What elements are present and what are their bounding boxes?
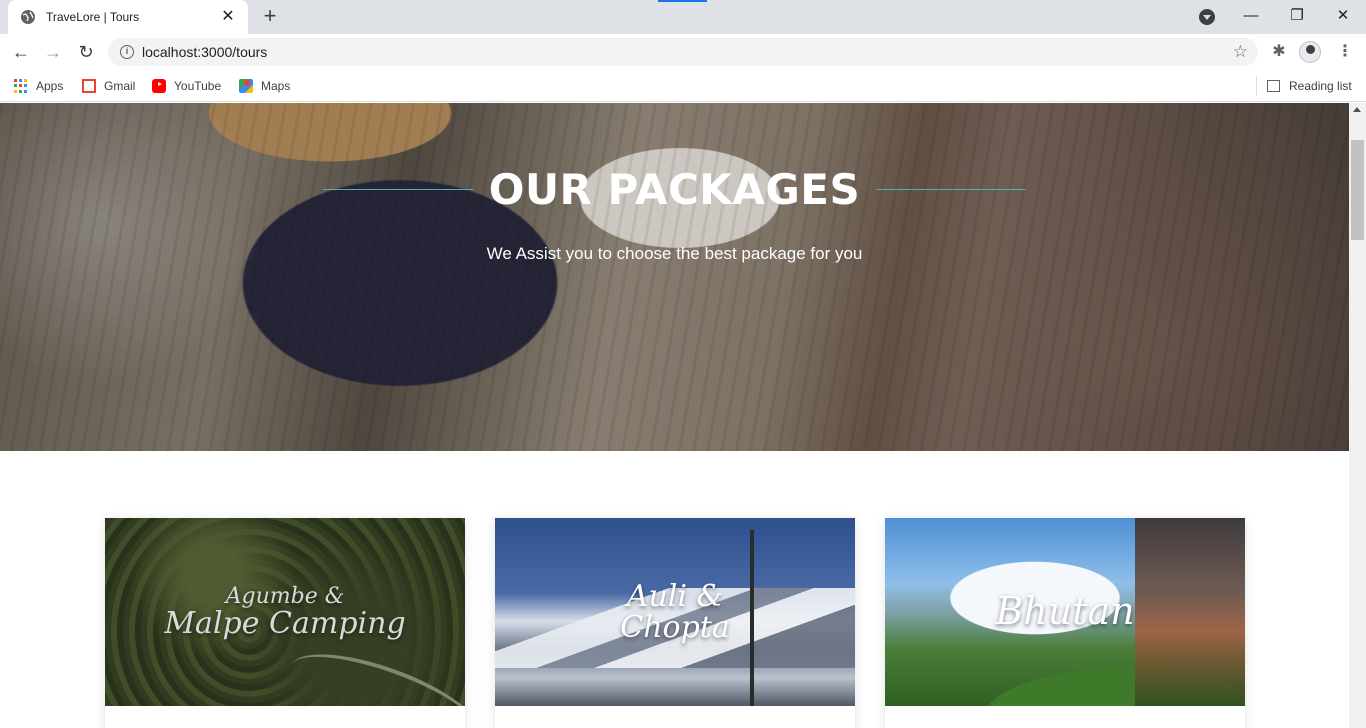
reading-list-icon (1267, 80, 1280, 92)
globe-icon (21, 10, 35, 24)
hero-title-row: OUR PACKAGES (0, 165, 1349, 214)
apps-grid-icon (14, 79, 28, 93)
package-title-line1: Agumbe & (225, 583, 345, 609)
package-title: Agumbe & Malpe Camping (164, 585, 405, 640)
package-title-line2: Bhutan (995, 589, 1135, 634)
page-viewport: OUR PACKAGES We Assist you to choose the… (0, 103, 1349, 728)
hero-subtitle: We Assist you to choose the best package… (486, 244, 863, 263)
package-title-line2: Malpe Camping (164, 605, 406, 641)
maps-icon (239, 79, 253, 93)
minimize-icon[interactable]: — (1228, 4, 1274, 30)
profile-avatar[interactable] (1299, 41, 1321, 63)
package-title-line1: Auli & (626, 578, 724, 614)
bookmark-maps[interactable]: Maps (239, 76, 290, 96)
package-list: Agumbe & Malpe Camping Auli & Chopta Bhu… (105, 518, 1245, 728)
package-card-agumbe-malpe[interactable]: Agumbe & Malpe Camping (105, 518, 465, 728)
browser-tab[interactable]: TraveLore | Tours ✕ (8, 0, 248, 34)
tab-title: TraveLore | Tours (46, 10, 140, 24)
bookmark-star-icon[interactable]: ☆ (1233, 42, 1248, 62)
bookmark-label: YouTube (174, 79, 222, 93)
reading-list-button[interactable]: Reading list (1256, 76, 1352, 96)
package-image[interactable]: Bhutan (885, 518, 1245, 706)
bookmark-label: Gmail (104, 79, 136, 93)
title-decoration-line (876, 189, 1027, 190)
package-title: Auli & Chopta (620, 578, 730, 645)
browser-toolbar: ← → ↻ i localhost:3000/tours ☆ ✱ ⋮ (0, 34, 1366, 70)
site-info-icon[interactable]: i (120, 45, 134, 59)
scrollbar-thumb[interactable] (1351, 140, 1364, 240)
package-card-bhutan[interactable]: Bhutan (885, 518, 1245, 728)
restore-icon[interactable]: ❐ (1274, 4, 1320, 30)
page-title: OUR PACKAGES (488, 165, 861, 214)
bookmark-label: Apps (36, 79, 64, 93)
scroll-up-icon[interactable] (1353, 107, 1361, 112)
close-tab-icon[interactable]: ✕ (218, 7, 238, 27)
package-title: Bhutan (995, 589, 1135, 634)
forward-icon[interactable]: → (41, 40, 65, 64)
hero-content: OUR PACKAGES We Assist you to choose the… (0, 165, 1349, 264)
bookmark-label: Maps (261, 79, 291, 93)
close-window-icon[interactable]: ✕ (1320, 4, 1366, 30)
tab-accent-line (658, 0, 707, 2)
bookmark-apps[interactable]: Apps (14, 76, 63, 96)
youtube-icon (152, 79, 166, 93)
tab-search-icon[interactable] (1199, 9, 1215, 25)
bookmark-gmail[interactable]: Gmail (82, 76, 135, 96)
package-image[interactable]: Auli & Chopta (495, 518, 855, 706)
extensions-icon[interactable]: ✱ (1267, 40, 1291, 64)
bookmark-youtube[interactable]: YouTube (152, 76, 221, 96)
new-tab-icon[interactable]: + (258, 5, 282, 29)
title-decoration-line (322, 189, 473, 190)
menu-icon[interactable]: ⋮ (1333, 40, 1357, 64)
gmail-icon (82, 79, 96, 93)
vertical-scrollbar[interactable] (1349, 103, 1366, 728)
package-image[interactable]: Agumbe & Malpe Camping (105, 518, 465, 706)
back-icon[interactable]: ← (9, 40, 33, 64)
hero-banner: OUR PACKAGES We Assist you to choose the… (0, 103, 1349, 451)
bookmarks-bar: Apps Gmail YouTube Maps Reading list (0, 70, 1366, 102)
address-bar[interactable]: i localhost:3000/tours ☆ (108, 38, 1258, 66)
reading-list-label: Reading list (1289, 79, 1352, 93)
url-text: localhost:3000/tours (142, 44, 268, 60)
tab-strip: TraveLore | Tours ✕ + — ❐ ✕ (0, 0, 1366, 34)
package-card-auli-chopta[interactable]: Auli & Chopta (495, 518, 855, 728)
package-title-line2: Chopta (620, 610, 730, 645)
reload-icon[interactable]: ↻ (74, 40, 98, 64)
